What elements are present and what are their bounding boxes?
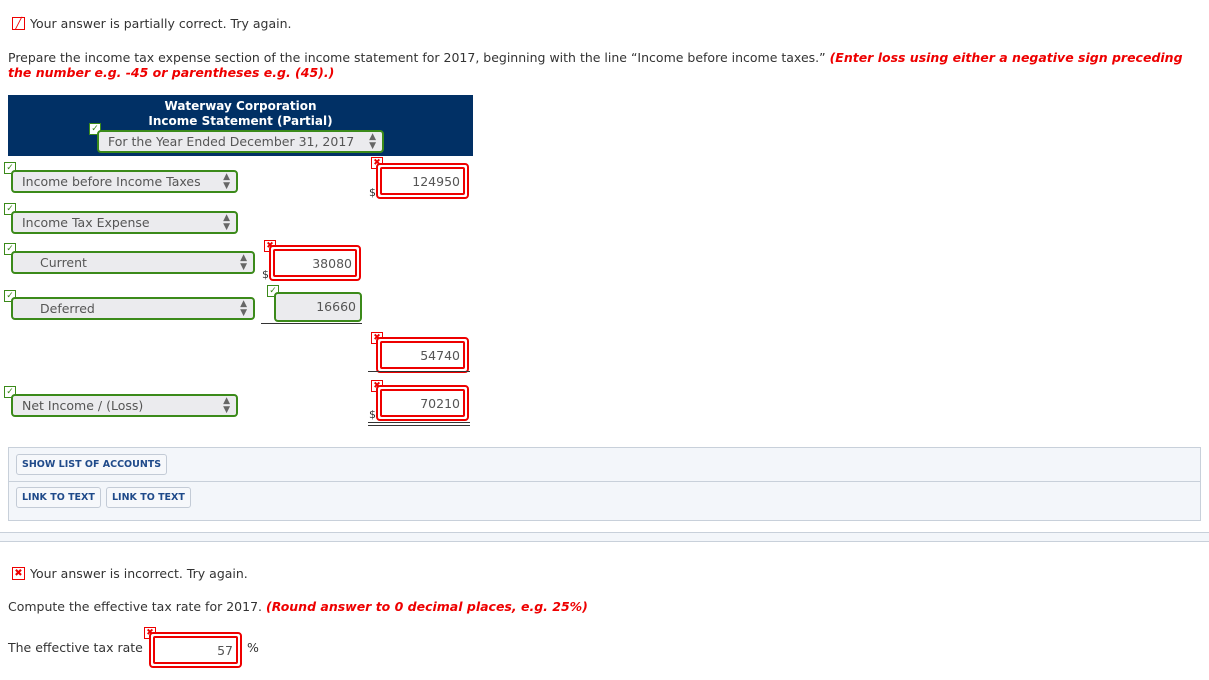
- part2-status-text: Your answer is incorrect. Try again.: [30, 566, 248, 581]
- statement-title: Income Statement (Partial): [148, 114, 333, 128]
- input-value: 124950: [380, 167, 465, 195]
- company-name: Waterway Corporation: [164, 99, 317, 113]
- row-net-income-select[interactable]: Net Income / (Loss) ▲ ▼: [11, 394, 238, 417]
- income-before-taxes-input[interactable]: 124950: [376, 163, 469, 199]
- dollar-sign: $: [262, 268, 269, 281]
- pencil-partial-icon: ╱: [12, 17, 25, 30]
- net-income-input[interactable]: 70210: [376, 385, 469, 421]
- select-value: Income before Income Taxes: [22, 174, 201, 189]
- input-value: 38080: [273, 249, 357, 277]
- select-value: Net Income / (Loss): [22, 398, 144, 413]
- percent-unit: %: [247, 640, 259, 655]
- effective-tax-rate-label: The effective tax rate: [8, 640, 143, 655]
- part2-question-hint: (Round answer to 0 decimal places, e.g. …: [265, 599, 588, 614]
- part1-status-text: Your answer is partially correct. Try ag…: [30, 16, 292, 31]
- subtotal-underline: [261, 323, 362, 324]
- double-underline-bottom: [368, 425, 470, 426]
- show-list-of-accounts-button[interactable]: SHOW LIST OF ACCOUNTS: [16, 454, 168, 475]
- part2-question-text: Compute the effective tax rate for 2017.: [8, 599, 266, 614]
- updown-arrows-icon: ▲ ▼: [240, 298, 247, 318]
- resources-panel: SHOW LIST OF ACCOUNTS LINK TO TEXT LINK …: [8, 447, 1201, 521]
- part2-question: Compute the effective tax rate for 2017.…: [8, 599, 1203, 614]
- part2-status: ✖ Your answer is incorrect. Try again.: [12, 566, 248, 581]
- dollar-sign: $: [369, 186, 376, 199]
- current-tax-input[interactable]: 38080: [269, 245, 361, 281]
- updown-arrows-icon: ▲ ▼: [223, 212, 230, 232]
- updown-arrows-icon: ▲ ▼: [223, 171, 230, 191]
- double-underline-top: [368, 422, 470, 423]
- dollar-sign: $: [369, 408, 376, 421]
- select-value: Income Tax Expense: [22, 215, 150, 230]
- part1-status: ╱ Your answer is partially correct. Try …: [12, 16, 291, 31]
- period-select[interactable]: For the Year Ended December 31, 2017 ▲ ▼: [97, 130, 384, 153]
- link-to-text-button-2[interactable]: LINK TO TEXT: [106, 487, 191, 508]
- panel-divider: [9, 481, 1200, 482]
- deferred-tax-input[interactable]: 16660: [274, 292, 362, 322]
- row-income-before-taxes-select[interactable]: Income before Income Taxes ▲ ▼: [11, 170, 238, 193]
- updown-arrows-icon: ▲ ▼: [223, 395, 230, 415]
- input-value: 70210: [380, 389, 465, 417]
- effective-tax-rate-input[interactable]: 57: [149, 632, 242, 668]
- part1-question-text: Prepare the income tax expense section o…: [8, 50, 830, 65]
- select-value: Deferred: [40, 301, 95, 316]
- updown-arrows-icon: ▲ ▼: [240, 252, 247, 272]
- total-tax-expense-input[interactable]: 54740: [376, 337, 469, 373]
- row-deferred-select[interactable]: Deferred ▲ ▼: [11, 297, 255, 320]
- row-current-select[interactable]: Current ▲ ▼: [11, 251, 255, 274]
- section-separator: [0, 532, 1209, 542]
- select-value: Current: [40, 255, 87, 270]
- link-to-text-button-1[interactable]: LINK TO TEXT: [16, 487, 101, 508]
- part1-question: Prepare the income tax expense section o…: [8, 50, 1203, 80]
- x-incorrect-icon: ✖: [12, 567, 25, 580]
- input-value: 57: [153, 636, 238, 664]
- updown-arrows-icon: ▲ ▼: [369, 131, 376, 151]
- input-value: 54740: [380, 341, 465, 369]
- row-income-tax-expense-select[interactable]: Income Tax Expense ▲ ▼: [11, 211, 238, 234]
- total-underline: [368, 371, 470, 372]
- input-value: 16660: [316, 299, 356, 314]
- period-select-value: For the Year Ended December 31, 2017: [108, 134, 355, 149]
